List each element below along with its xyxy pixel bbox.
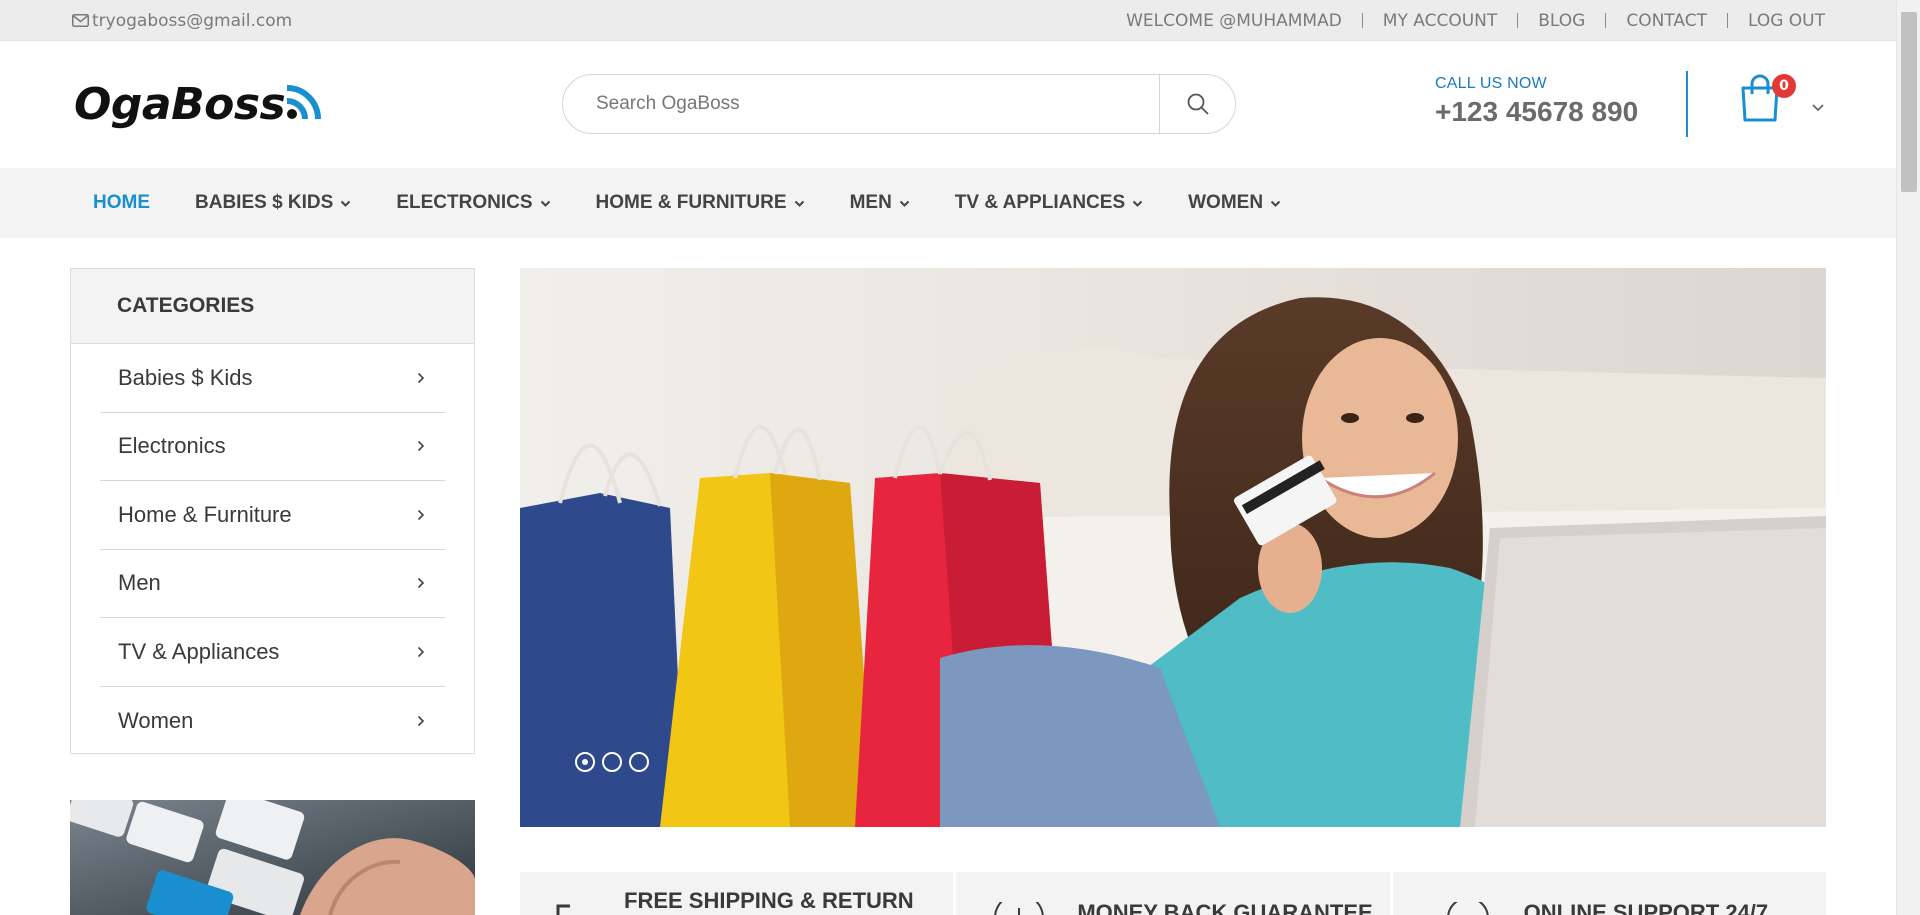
category-label: Babies $ Kids [118, 364, 253, 390]
nav-item-label: ELECTRONICS [396, 192, 533, 213]
money-icon [994, 902, 1045, 915]
nav-item-men[interactable]: MEN [850, 192, 910, 214]
categories-title: CATEGORIES [71, 269, 474, 344]
chevron-down-icon [540, 200, 551, 207]
nav-item-label: HOME & FURNITURE [595, 192, 787, 213]
nav-item-tv-appliances[interactable]: TV & APPLIANCES [955, 192, 1143, 214]
logout-link[interactable]: LOG OUT [1748, 11, 1825, 31]
chevron-down-icon [1270, 200, 1281, 207]
my-account-link[interactable]: MY ACCOUNT [1383, 11, 1497, 31]
hero-banner[interactable] [520, 268, 1826, 827]
chevron-right-icon [417, 715, 425, 726]
chevron-right-icon [417, 646, 425, 657]
logo-text: OgaBoss [74, 79, 286, 130]
separator [1361, 13, 1363, 28]
chevron-down-icon [340, 200, 351, 207]
nav-item-women[interactable]: WOMEN [1188, 192, 1281, 214]
feature-title: ONLINE SUPPORT 24/7 [1523, 900, 1769, 915]
nav-item-home-furniture[interactable]: HOME & FURNITURE [596, 192, 805, 214]
category-label: Women [118, 707, 194, 733]
nav-item-electronics[interactable]: ELECTRONICS [396, 192, 550, 214]
category-item-home-furniture[interactable]: Home & Furniture [100, 481, 445, 550]
search-bar [562, 74, 1236, 134]
nav-item-label: MEN [849, 192, 892, 213]
chevron-right-icon [417, 578, 425, 589]
site-logo[interactable]: OgaBoss [74, 79, 325, 130]
feature-online-support: ONLINE SUPPORT 24/7 [1392, 872, 1826, 915]
email-text: tryogaboss@gmail.com [92, 10, 293, 31]
page-scrollbar[interactable] [1896, 0, 1920, 915]
nav-item-home[interactable]: HOME [93, 192, 150, 214]
feature-free-shipping: FREE SHIPPING & RETURN [520, 872, 954, 915]
support-icon [1446, 902, 1489, 915]
category-label: Men [118, 570, 161, 596]
slider-dot-3[interactable] [629, 752, 649, 772]
category-item-men[interactable]: Men [100, 550, 445, 618]
nav-item-label: WOMEN [1188, 192, 1264, 213]
top-links: WELCOME @MUHAMMAD MY ACCOUNT BLOG CONTAC… [1126, 0, 1825, 41]
contact-link[interactable]: CONTACT [1626, 11, 1707, 31]
chevron-down-icon [899, 200, 910, 207]
feature-title: MONEY BACK GUARANTEE [1077, 900, 1373, 915]
rss-icon [286, 84, 322, 119]
scrollbar-thumb[interactable] [1901, 12, 1917, 192]
category-item-women[interactable]: Women [100, 687, 445, 756]
hero-banner-image [520, 268, 1826, 827]
category-label: Home & Furniture [118, 501, 292, 527]
truck-icon [556, 904, 570, 915]
features-strip: FREE SHIPPING & RETURN MONEY BACK GUARAN… [520, 872, 1826, 915]
nav-item-babies-kids[interactable]: BABIES $ KIDS [195, 192, 351, 214]
chevron-right-icon [417, 509, 425, 520]
nav-item-label: HOME [93, 192, 150, 213]
category-item-babies-kids[interactable]: Babies $ Kids [100, 344, 445, 413]
cart-count-badge: 0 [1772, 74, 1796, 98]
chevron-down-icon[interactable] [1811, 97, 1825, 116]
slider-dot-2[interactable] [602, 752, 622, 772]
header-divider [1686, 71, 1688, 137]
site-header: OgaBoss CALL US NOW +123 45678 890 0 [0, 41, 1896, 168]
category-label: TV & Appliances [118, 638, 280, 664]
blog-link[interactable]: BLOG [1538, 11, 1585, 31]
cart-button[interactable]: 0 [1739, 74, 1796, 126]
welcome-user-link[interactable]: WELCOME @MUHAMMAD [1126, 11, 1342, 31]
slider-dots [575, 752, 656, 772]
call-us-label: CALL US NOW [1435, 75, 1547, 92]
search-input[interactable] [563, 75, 1159, 133]
chevron-down-icon [1132, 200, 1143, 207]
feature-title: FREE SHIPPING & RETURN [624, 888, 914, 913]
separator [1605, 13, 1607, 28]
nav-item-label: BABIES $ KIDS [195, 192, 334, 213]
search-button[interactable] [1159, 75, 1235, 133]
chevron-right-icon [417, 372, 425, 383]
slider-dot-1[interactable] [575, 752, 595, 772]
phone-number[interactable]: +123 45678 890 [1435, 96, 1638, 128]
feature-money-back: MONEY BACK GUARANTEE [956, 872, 1390, 915]
search-icon [1187, 93, 1209, 115]
contact-email[interactable]: tryogaboss@gmail.com [72, 0, 292, 41]
top-bar: tryogaboss@gmail.com WELCOME @MUHAMMAD M… [0, 0, 1896, 41]
sidebar-promo-image[interactable] [70, 800, 475, 915]
separator [1726, 13, 1728, 28]
category-item-electronics[interactable]: Electronics [100, 413, 445, 481]
nav-item-label: TV & APPLIANCES [954, 192, 1126, 213]
categories-panel: CATEGORIES Babies $ Kids Electronics Hom… [70, 268, 475, 754]
chevron-down-icon [794, 200, 805, 207]
separator [1517, 13, 1519, 28]
category-item-tv-appliances[interactable]: TV & Appliances [100, 618, 445, 687]
category-label: Electronics [118, 433, 226, 459]
chevron-right-icon [417, 441, 425, 452]
call-us-block: CALL US NOW +123 45678 890 [1435, 75, 1638, 128]
envelope-icon [72, 14, 89, 27]
main-nav: HOME BABIES $ KIDS ELECTRONICS HOME & FU… [0, 168, 1896, 238]
